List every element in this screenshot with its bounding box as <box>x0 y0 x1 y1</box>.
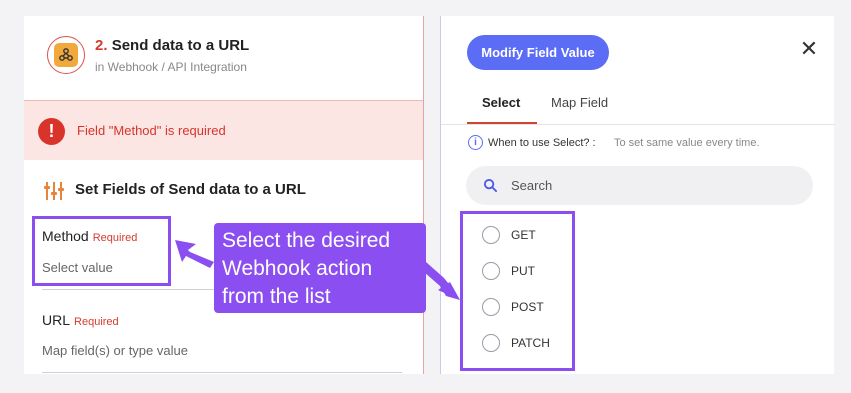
method-highlight-box <box>32 216 171 286</box>
tab-map-field[interactable]: Map Field <box>551 95 608 110</box>
info-icon: i <box>468 135 483 150</box>
url-input[interactable]: Map field(s) or type value <box>42 343 188 358</box>
close-icon[interactable]: ✕ <box>798 36 820 61</box>
url-field-underline <box>42 372 402 373</box>
active-tab-indicator <box>467 122 537 124</box>
webhook-logo-badge <box>54 43 78 67</box>
tab-select[interactable]: Select <box>482 95 520 110</box>
callout-line-1: Select the desired <box>222 229 391 252</box>
alert-circle-icon: ! <box>38 118 65 145</box>
callout-line-2: Webhook action <box>222 257 373 280</box>
section-title: Set Fields of Send data to a URL <box>75 181 306 198</box>
webhook-glyph <box>59 48 73 61</box>
step-number: 2. <box>95 37 108 54</box>
annotation-callout: Select the desired Webhook action from t… <box>214 223 426 313</box>
url-label-text: URL <box>42 312 71 328</box>
step-header: 2. Send data to a URL in Webhook / API I… <box>24 16 423 100</box>
step-subtitle: in Webhook / API Integration <box>95 60 247 74</box>
info-answer: To set same value every time. <box>614 137 760 149</box>
search-placeholder: Search <box>511 178 553 193</box>
sliders-icon <box>44 182 64 200</box>
error-message: Field "Method" is required <box>77 123 226 138</box>
step-title: 2. Send data to a URL <box>95 37 249 54</box>
step-title-text: Send data to a URL <box>111 37 250 54</box>
info-question: When to use Select? : <box>488 137 596 149</box>
search-input[interactable]: Search <box>466 166 813 205</box>
url-field-label: URL Required <box>42 312 119 328</box>
tabs-divider <box>441 124 835 125</box>
screen: 2. Send data to a URL in Webhook / API I… <box>0 0 851 393</box>
error-banner: ! Field "Method" is required <box>24 100 423 160</box>
step-config-panel: 2. Send data to a URL in Webhook / API I… <box>24 16 423 374</box>
search-icon <box>483 178 498 193</box>
options-highlight-box <box>460 211 575 371</box>
panel-divider <box>423 16 424 374</box>
modify-field-value-button[interactable]: Modify Field Value <box>467 35 609 70</box>
webhook-icon <box>47 36 85 74</box>
required-badge: Required <box>74 316 119 328</box>
callout-line-3: from the list <box>222 285 331 308</box>
